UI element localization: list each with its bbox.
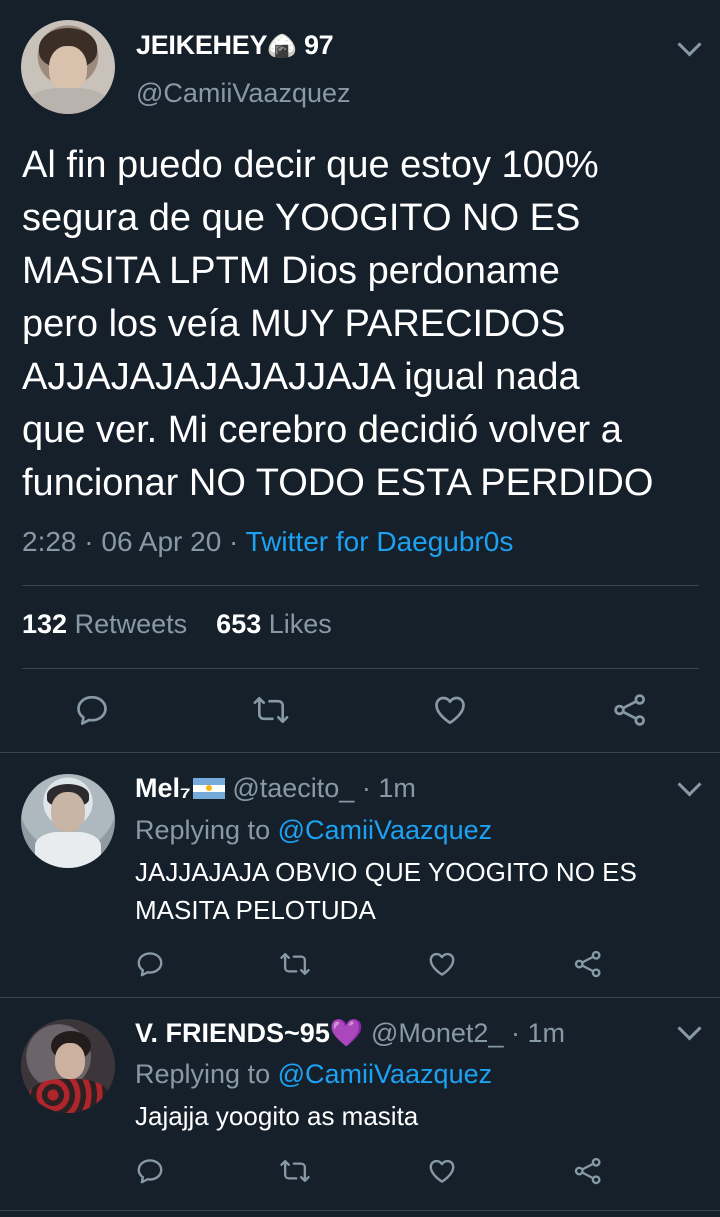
retweet-button[interactable]	[252, 692, 290, 728]
like-button[interactable]	[427, 1156, 457, 1186]
chevron-down-icon[interactable]	[677, 772, 702, 797]
share-icon	[614, 694, 645, 726]
retweets-label: Retweets	[74, 609, 188, 639]
tweet-date: 06 Apr 20	[101, 526, 222, 557]
author-display-name[interactable]: JEIKEHEY🍙 97	[136, 30, 334, 61]
like-icon	[429, 952, 455, 976]
replying-to: Replying to @CamiiVaazquez	[135, 815, 492, 846]
tweet-text: Al fin puedo decir que estoy 100% segura…	[22, 144, 654, 504]
reply-header: Mel₇ @taecito_ · 1m	[135, 773, 416, 804]
reply-header: V. FRIENDS~95💜 @Monet2_ · 1m	[135, 1017, 565, 1049]
reply-button[interactable]	[135, 1156, 165, 1186]
reply-button[interactable]	[74, 692, 110, 728]
divider	[0, 752, 720, 753]
divider	[22, 668, 699, 669]
reply-text: JAJJAJAJA OBVIO QUE YOOGITO NO ES MASITA…	[135, 857, 637, 925]
reply-display-name[interactable]: V. FRIENDS~95	[135, 1018, 330, 1048]
reply-icon	[137, 952, 163, 977]
reply-avatar[interactable]	[21, 774, 115, 868]
retweet-icon	[280, 1159, 310, 1183]
reply-separator: ·	[510, 1018, 520, 1048]
tweet-meta: 2:28 · 06 Apr 20 · Twitter for Daegubr0s	[22, 526, 513, 558]
reply-separator: ·	[361, 773, 371, 803]
replying-to-handle[interactable]: @CamiiVaazquez	[278, 1059, 493, 1089]
share-icon	[574, 1157, 601, 1185]
purple-heart-emoji: 💜	[329, 1018, 364, 1048]
divider	[0, 1210, 720, 1211]
reply-display-name[interactable]: Mel₇	[135, 773, 191, 803]
retweet-icon	[280, 952, 310, 976]
reply-time: 1m	[378, 773, 416, 803]
reply-handle[interactable]: @Monet2_	[371, 1018, 503, 1048]
likes-stat[interactable]: 653 Likes	[216, 609, 332, 639]
author-handle[interactable]: @CamiiVaazquez	[136, 78, 351, 109]
argentina-flag-emoji	[192, 778, 225, 799]
retweet-icon	[253, 696, 289, 724]
meta-separator: ·	[229, 526, 239, 557]
tweet-source-link[interactable]: Twitter for Daegubr0s	[246, 526, 514, 557]
share-button[interactable]	[573, 1156, 603, 1186]
chevron-down-icon[interactable]	[677, 1016, 702, 1041]
replying-prefix: Replying to	[135, 815, 271, 845]
divider	[22, 585, 699, 586]
tweet-time: 2:28	[22, 526, 77, 557]
retweet-button[interactable]	[279, 1156, 311, 1186]
replying-to: Replying to @CamiiVaazquez	[135, 1059, 492, 1090]
author-avatar[interactable]	[21, 20, 115, 114]
retweets-stat[interactable]: 132 Retweets	[22, 609, 187, 639]
like-icon	[429, 1159, 455, 1183]
share-icon	[574, 950, 601, 978]
chevron-down-icon[interactable]	[677, 32, 702, 57]
reply-icon	[137, 1159, 163, 1184]
likes-count: 653	[216, 609, 262, 639]
meta-separator: ·	[84, 526, 94, 557]
like-button[interactable]	[432, 692, 468, 728]
reply-avatar[interactable]	[21, 1019, 115, 1113]
reply-button[interactable]	[135, 949, 165, 979]
replying-to-handle[interactable]: @CamiiVaazquez	[278, 815, 493, 845]
retweets-count: 132	[22, 609, 68, 639]
likes-label: Likes	[268, 609, 332, 639]
reply-handle[interactable]: @taecito_	[232, 773, 354, 803]
reply-text: Jajajja yoogito as masita	[135, 1101, 419, 1131]
rice-ball-emoji: 🍙	[267, 33, 297, 60]
author-name-suffix: 97	[303, 30, 334, 60]
tweet-stats: 132 Retweets 653 Likes	[22, 609, 332, 640]
share-button[interactable]	[573, 949, 603, 979]
reply-time: 1m	[527, 1018, 566, 1048]
share-button[interactable]	[612, 692, 648, 728]
like-icon	[435, 696, 465, 725]
divider	[0, 997, 720, 998]
replying-prefix: Replying to	[135, 1059, 271, 1089]
retweet-button[interactable]	[279, 949, 311, 979]
reply-icon	[77, 695, 107, 725]
like-button[interactable]	[427, 949, 457, 979]
author-name-text: JEIKEHEY	[136, 30, 268, 60]
